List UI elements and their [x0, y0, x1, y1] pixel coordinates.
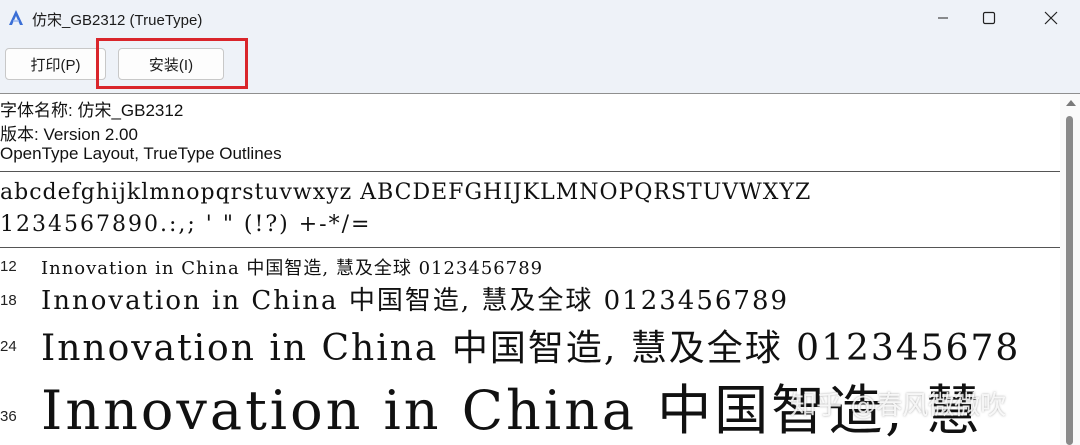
install-highlight-box	[96, 38, 248, 89]
scrollbar-thumb[interactable]	[1066, 116, 1073, 445]
font-name-line: 字体名称: 仿宋_GB2312	[0, 101, 184, 120]
charset-digits-symbols: 1234567890.:,; ' " (!?) +-*/=	[0, 212, 372, 237]
font-type-line: OpenType Layout, TrueType Outlines	[0, 144, 282, 163]
sample-size-label: 36	[0, 408, 17, 425]
watermark: 知乎 @春风微微吹	[790, 391, 1007, 421]
sample-size-label: 24	[0, 338, 17, 355]
font-viewer-icon	[9, 10, 23, 25]
print-button[interactable]: 打印(P)	[5, 48, 106, 80]
title-bar: 仿宋_GB2312 (TrueType)	[0, 0, 1080, 36]
close-icon	[1044, 11, 1058, 25]
window-title: 仿宋_GB2312 (TrueType)	[32, 12, 203, 29]
divider	[0, 171, 1060, 172]
scroll-up-arrow-icon[interactable]	[1066, 100, 1076, 106]
sample-size-label: 18	[0, 292, 17, 309]
close-button[interactable]	[1028, 0, 1074, 36]
minimize-button[interactable]	[920, 0, 966, 36]
sample-size-label: 12	[0, 258, 17, 275]
sample-text-24: Innovation in China 中国智造, 慧及全球 012345678	[41, 328, 1021, 369]
maximize-button[interactable]	[966, 0, 1012, 36]
charset-letters: abcdefghijklmnopqrstuvwxyz ABCDEFGHIJKLM…	[0, 180, 812, 205]
minimize-icon	[938, 17, 948, 19]
divider	[0, 247, 1060, 248]
maximize-icon	[982, 11, 996, 25]
font-version-line: 版本: Version 2.00	[0, 125, 138, 144]
sample-text-12: Innovation in China 中国智造, 慧及全球 012345678…	[41, 258, 544, 279]
sample-text-18: Innovation in China 中国智造, 慧及全球 012345678…	[41, 286, 790, 316]
